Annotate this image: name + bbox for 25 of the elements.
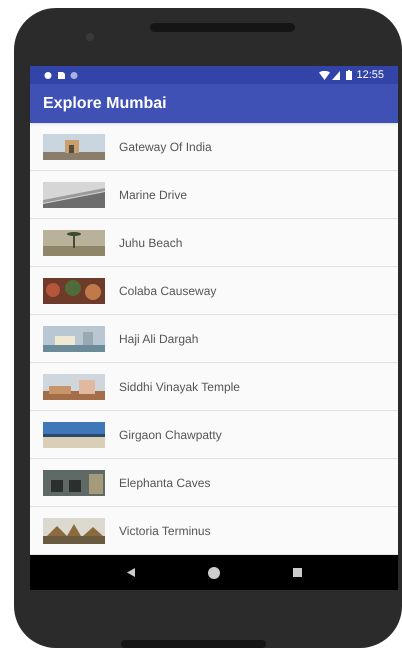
- place-title: Elephanta Caves: [119, 474, 210, 492]
- place-title: Juhu Beach: [119, 234, 182, 252]
- wifi-icon: [319, 70, 330, 80]
- signal-icon: [332, 70, 340, 80]
- place-row[interactable]: Colaba Causeway: [30, 267, 398, 315]
- place-row[interactable]: Gateway Of India: [30, 123, 398, 171]
- place-row[interactable]: Marine Drive: [30, 171, 398, 219]
- place-title: Girgaon Chawpatty: [119, 426, 222, 444]
- place-title: Haji Ali Dargah: [119, 330, 198, 348]
- status-time: 12:55: [356, 68, 384, 83]
- battery-icon: [346, 70, 352, 80]
- recents-icon[interactable]: [292, 568, 302, 577]
- place-title: Marine Drive: [119, 186, 188, 204]
- place-row[interactable]: Siddhi Vinayak Temple: [30, 363, 398, 411]
- home-icon[interactable]: [208, 566, 220, 578]
- place-title: Colaba Causeway: [119, 282, 216, 300]
- place-title: Victoria Terminus: [119, 522, 211, 540]
- back-icon[interactable]: [126, 568, 134, 577]
- app-title: Explore Mumbai: [43, 94, 167, 114]
- place-row[interactable]: Juhu Beach: [30, 219, 398, 267]
- place-title: Gateway Of India: [119, 138, 212, 156]
- place-title: Siddhi Vinayak Temple: [119, 378, 240, 396]
- place-row[interactable]: Girgaon Chawpatty: [30, 411, 398, 459]
- place-row[interactable]: Elephanta Caves: [30, 459, 398, 507]
- place-row[interactable]: Haji Ali Dargah: [30, 315, 398, 363]
